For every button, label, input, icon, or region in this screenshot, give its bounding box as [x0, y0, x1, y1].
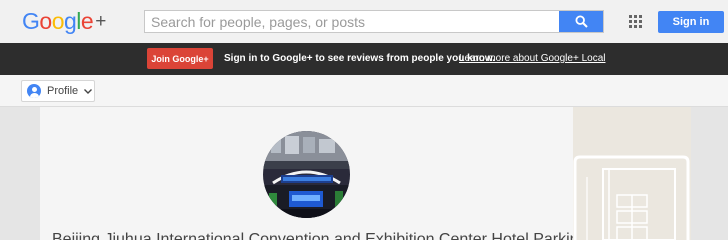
place-card: Beijing Jiuhua International Convention … [40, 107, 614, 240]
profile-avatar-icon [27, 84, 41, 98]
right-margin [691, 107, 728, 240]
learn-more-link[interactable]: Learn more about Google+ Local [459, 53, 606, 64]
search-button[interactable] [559, 11, 603, 32]
google-plus-logo[interactable]: Google + [22, 8, 106, 35]
venue-photo-image [263, 131, 350, 218]
promo-bar: Join Google+ Sign in to Google+ to see r… [0, 43, 728, 75]
sign-in-button[interactable]: Sign in [658, 11, 724, 33]
apps-grid-icon[interactable] [629, 15, 642, 28]
place-photo[interactable] [263, 131, 350, 218]
chevron-down-icon [84, 88, 93, 94]
join-google-plus-button[interactable]: Join Google+ [147, 48, 213, 69]
search-input[interactable] [145, 11, 559, 32]
location-map[interactable] [573, 107, 691, 240]
profile-label: Profile [47, 85, 79, 97]
map-streets-graphic [573, 107, 691, 240]
profile-bar: Profile [0, 75, 728, 107]
search-icon [574, 15, 588, 28]
promo-message: Sign in to Google+ to see reviews from p… [224, 53, 496, 64]
top-header: Google+ Sign in [0, 0, 728, 43]
search-box [144, 10, 604, 33]
place-title: Beijing Jiuhua International Convention … [52, 231, 615, 240]
profile-dropdown-button[interactable]: Profile [21, 80, 95, 102]
